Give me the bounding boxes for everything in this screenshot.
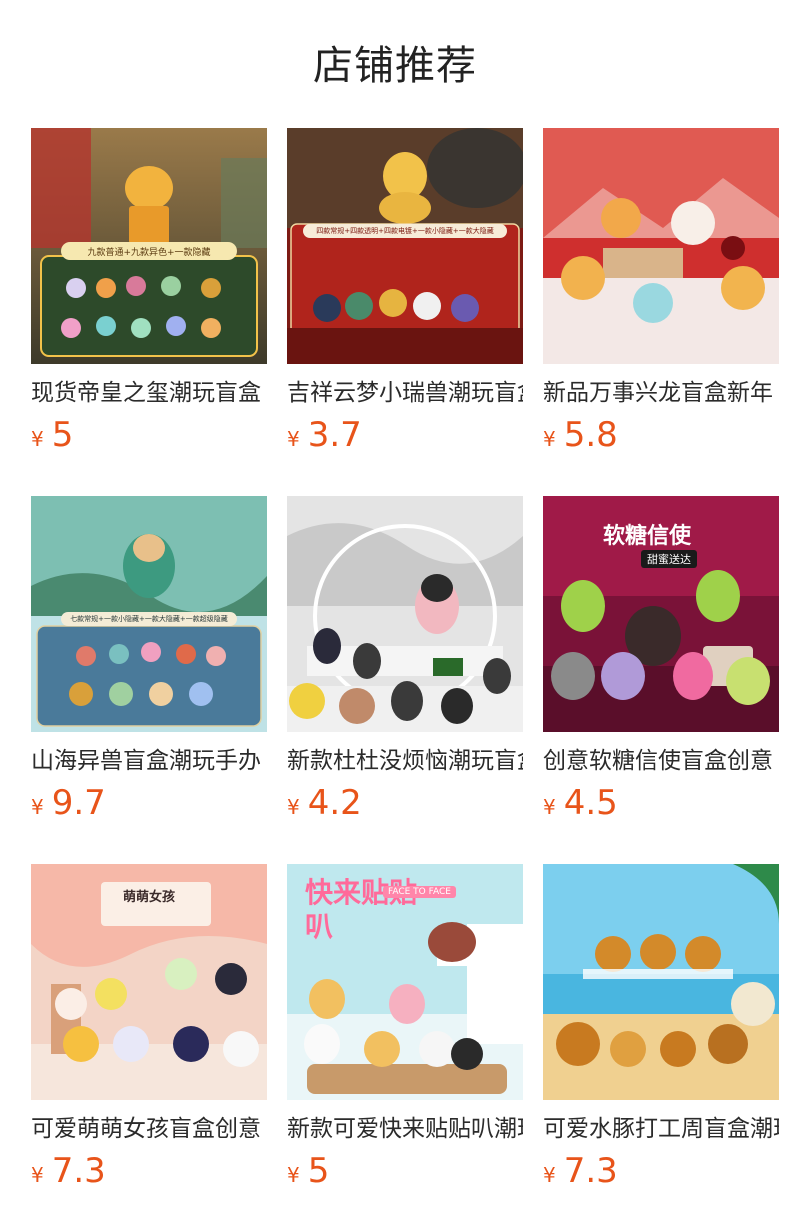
currency-symbol: ¥	[543, 427, 556, 451]
product-image[interactable]	[287, 496, 523, 732]
currency-symbol: ¥	[287, 427, 300, 451]
price-value: 5	[307, 1151, 330, 1191]
product-grid: 九款普通+九款异色+一款隐藏 现货帝皇之玺潮玩盲盒 ¥ 5 四款常规+四款透明+…	[31, 128, 781, 1232]
product-price: ¥ 5	[287, 1151, 523, 1195]
product-price: ¥ 7.3	[31, 1151, 267, 1195]
product-card[interactable]: 九款普通+九款异色+一款隐藏 现货帝皇之玺潮玩盲盒 ¥ 5	[31, 128, 267, 496]
product-title[interactable]: 吉祥云梦小瑞兽潮玩盲盒	[287, 377, 523, 409]
product-image[interactable]: 七款常规+一款小隐藏+一款大隐藏+一款超级隐藏	[31, 496, 267, 732]
currency-symbol: ¥	[543, 795, 556, 819]
currency-symbol: ¥	[287, 1163, 300, 1187]
currency-symbol: ¥	[543, 1163, 556, 1187]
product-image[interactable]	[543, 864, 779, 1100]
price-value: 7.3	[51, 1151, 106, 1191]
price-value: 4.5	[563, 783, 618, 823]
product-price: ¥ 9.7	[31, 783, 267, 827]
product-price: ¥ 5.8	[543, 415, 779, 459]
product-image[interactable]	[543, 128, 779, 364]
product-price: ¥ 5	[31, 415, 267, 459]
product-image[interactable]: 四款常规+四款透明+四款电镀+一款小隐藏+一款大隐藏	[287, 128, 523, 364]
price-value: 5	[51, 415, 74, 455]
product-image[interactable]: 萌萌女孩	[31, 864, 267, 1100]
product-title[interactable]: 现货帝皇之玺潮玩盲盒	[31, 377, 267, 409]
product-card[interactable]: 萌萌女孩 可爱萌萌女孩盲盒创意 ¥ 7.3	[31, 864, 267, 1232]
product-title[interactable]: 创意软糖信使盲盒创意	[543, 745, 779, 777]
image-banner-subtitle: FACE TO FACE	[383, 886, 456, 898]
product-card[interactable]: 可爱水豚打工周盲盒潮玩 ¥ 7.3	[543, 864, 779, 1232]
price-value: 5.8	[563, 415, 618, 455]
product-card[interactable]: 新款杜杜没烦恼潮玩盲盒 ¥ 4.2	[287, 496, 523, 864]
image-banner-title: 软糖信使	[603, 524, 692, 549]
price-value: 3.7	[307, 415, 362, 455]
product-title[interactable]: 新品万事兴龙盲盒新年	[543, 377, 779, 409]
product-card[interactable]: 四款常规+四款透明+四款电镀+一款小隐藏+一款大隐藏 吉祥云梦小瑞兽潮玩盲盒 ¥…	[287, 128, 523, 496]
price-value: 4.2	[307, 783, 362, 823]
image-banner-text: 七款常规+一款小隐藏+一款大隐藏+一款超级隐藏	[70, 615, 228, 623]
product-title[interactable]: 可爱萌萌女孩盲盒创意	[31, 1113, 267, 1145]
currency-symbol: ¥	[31, 427, 44, 451]
price-value: 7.3	[563, 1151, 618, 1191]
currency-symbol: ¥	[31, 795, 44, 819]
image-banner-title: 萌萌女孩	[123, 890, 176, 905]
product-image[interactable]: 软糖信使 甜蜜送达	[543, 496, 779, 732]
image-banner-text: 九款普通+九款异色+一款隐藏	[87, 248, 211, 258]
product-title[interactable]: 新款杜杜没烦恼潮玩盲盒	[287, 745, 523, 777]
product-card[interactable]: 快来贴贴叭 FACE TO FACE 新款可爱快来贴贴叭潮玩 ¥ 5	[287, 864, 523, 1232]
product-price: ¥ 4.5	[543, 783, 779, 827]
page-header: 店铺推荐	[0, 0, 790, 128]
currency-symbol: ¥	[31, 1163, 44, 1187]
product-image[interactable]: 九款普通+九款异色+一款隐藏	[31, 128, 267, 364]
product-price: ¥ 3.7	[287, 415, 523, 459]
product-card[interactable]: 软糖信使 甜蜜送达 创意软糖信使盲盒创意 ¥ 4.5	[543, 496, 779, 864]
image-banner-text: 四款常规+四款透明+四款电镀+一款小隐藏+一款大隐藏	[316, 227, 494, 235]
product-title[interactable]: 新款可爱快来贴贴叭潮玩	[287, 1113, 523, 1145]
product-card[interactable]: 新品万事兴龙盲盒新年 ¥ 5.8	[543, 128, 779, 496]
product-title[interactable]: 山海异兽盲盒潮玩手办	[31, 745, 267, 777]
currency-symbol: ¥	[287, 795, 300, 819]
product-price: ¥ 7.3	[543, 1151, 779, 1195]
image-banner-subtitle: 甜蜜送达	[641, 550, 697, 568]
price-value: 9.7	[51, 783, 106, 823]
product-title[interactable]: 可爱水豚打工周盲盒潮玩	[543, 1113, 779, 1145]
product-image[interactable]: 快来贴贴叭 FACE TO FACE	[287, 864, 523, 1100]
product-card[interactable]: 七款常规+一款小隐藏+一款大隐藏+一款超级隐藏 山海异兽盲盒潮玩手办 ¥ 9.7	[31, 496, 267, 864]
page-title: 店铺推荐	[313, 43, 477, 89]
product-price: ¥ 4.2	[287, 783, 523, 827]
